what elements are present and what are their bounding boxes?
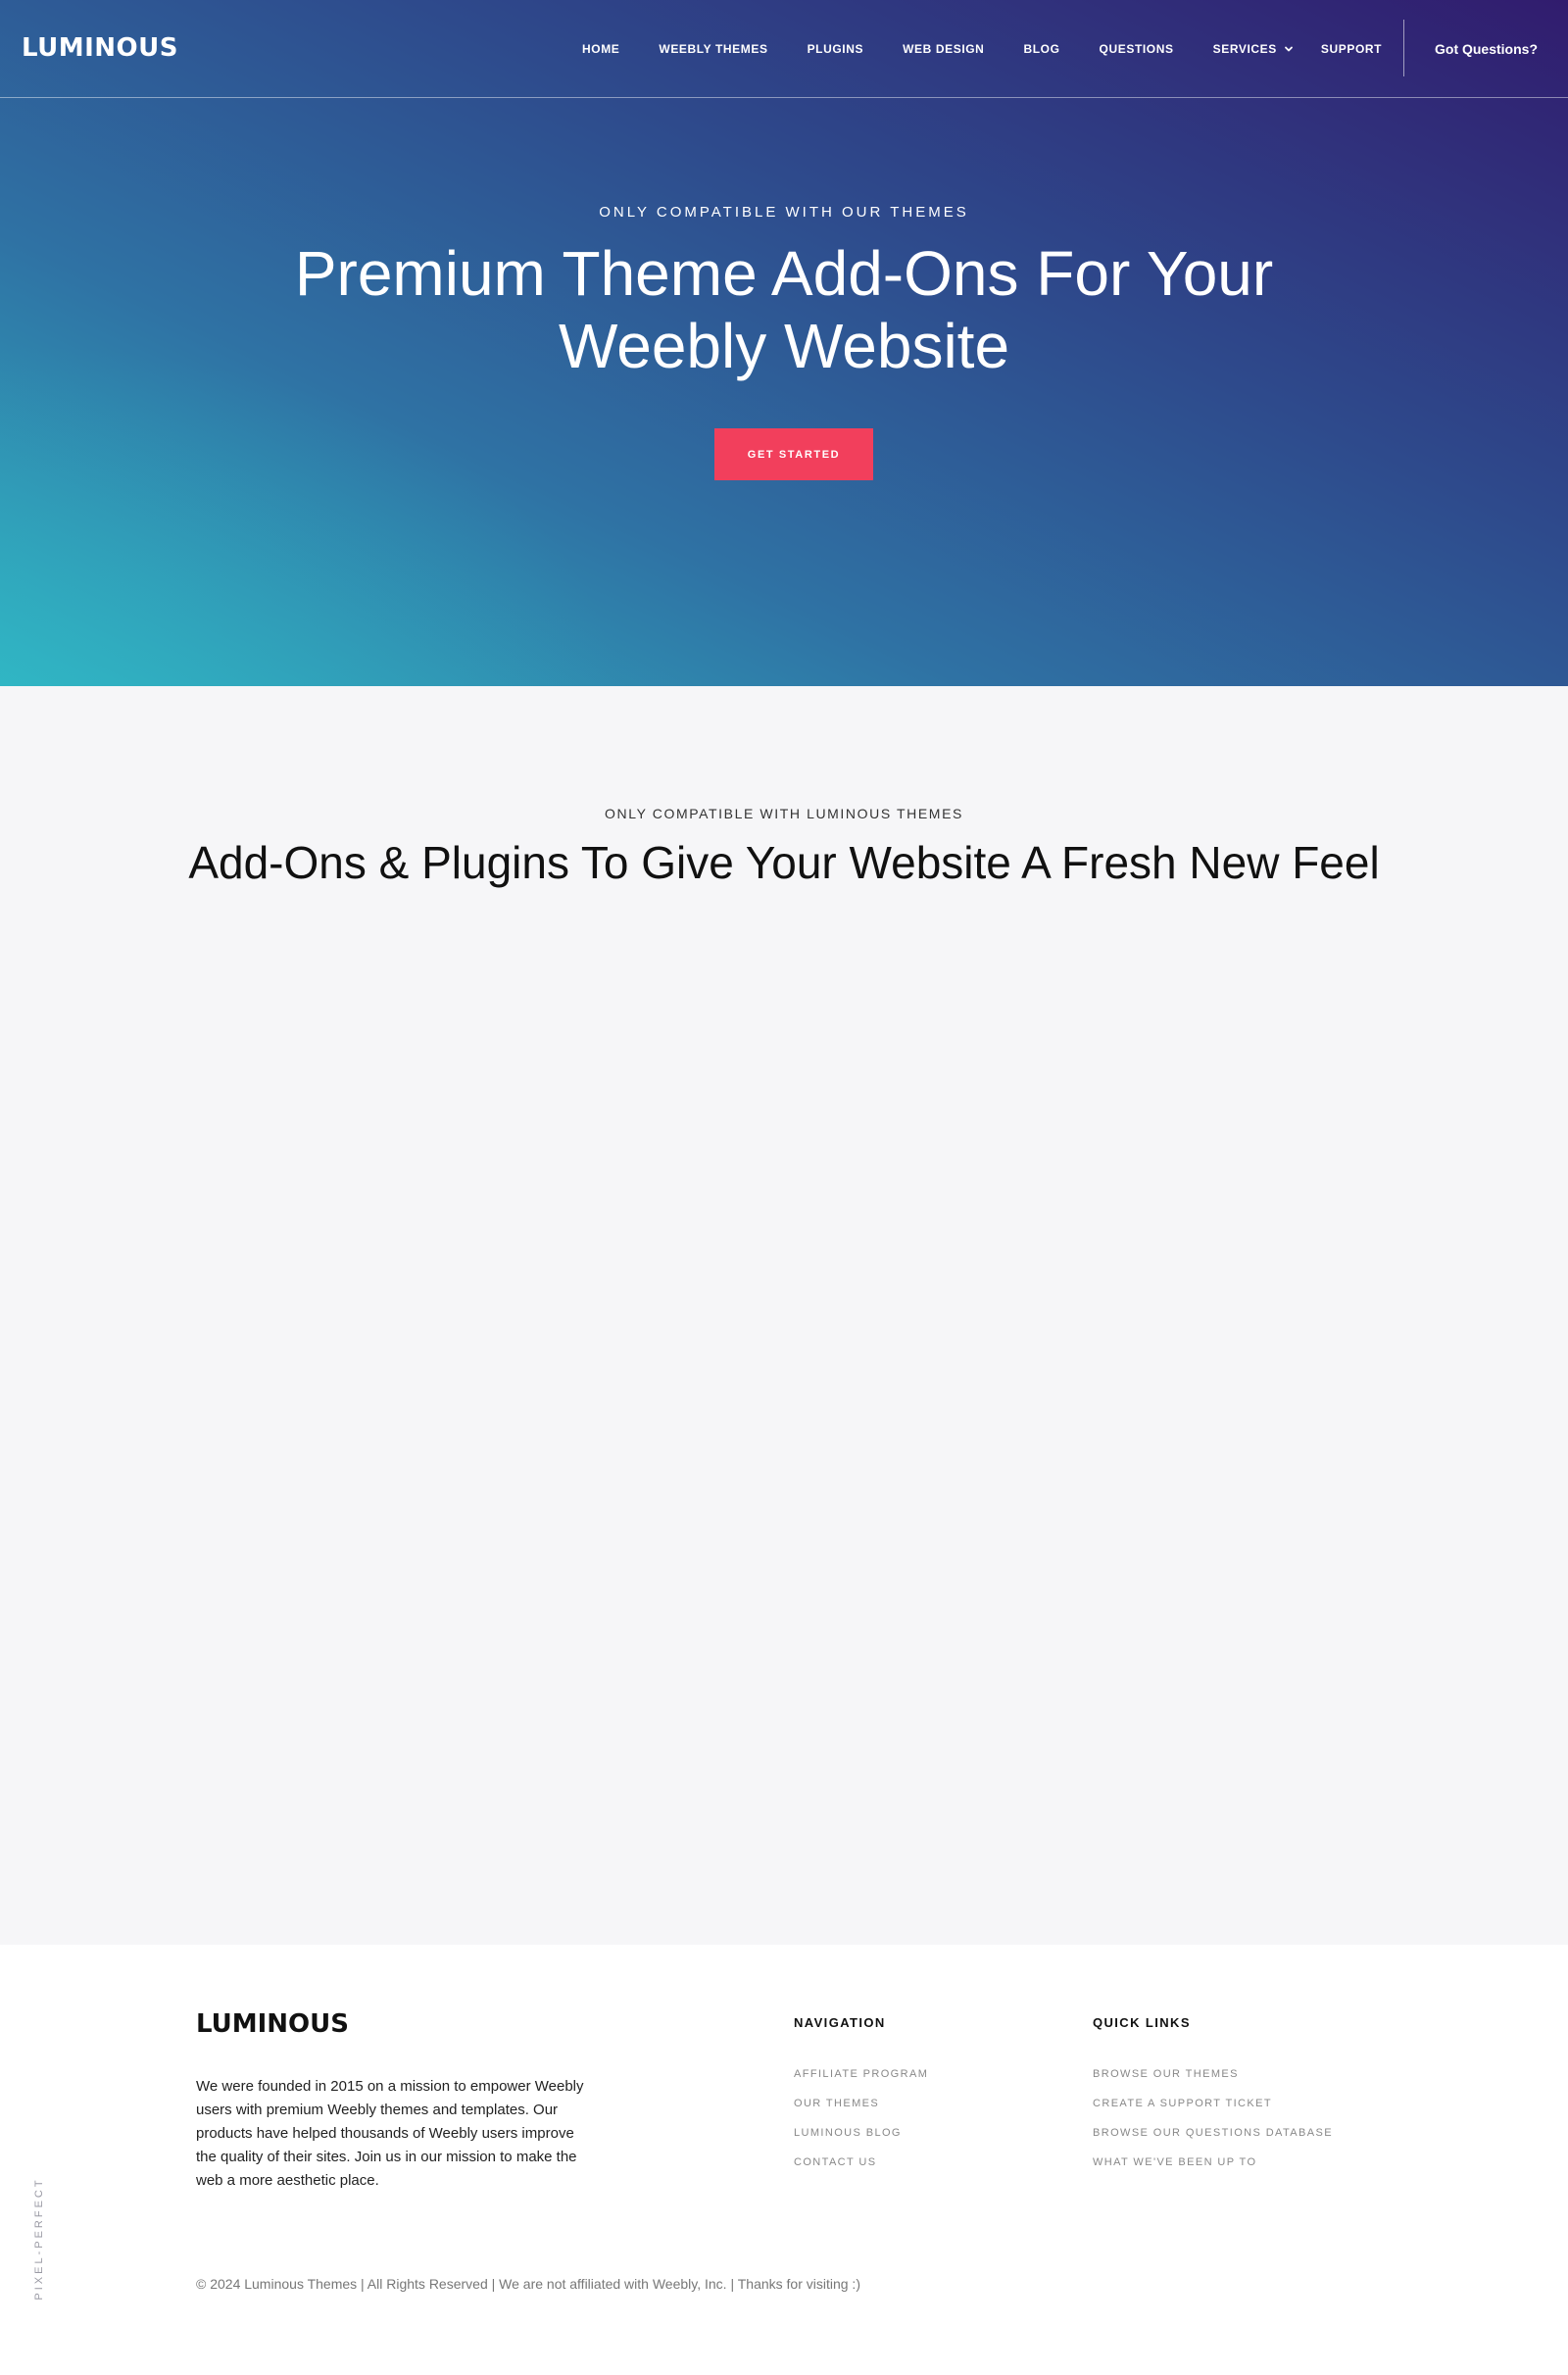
copyright-text: © 2024 Luminous Themes | All Rights Rese…	[196, 2276, 860, 2292]
nav-item-support[interactable]: SUPPORT	[1321, 42, 1382, 56]
nav-item-services[interactable]: SERVICES	[1213, 42, 1294, 56]
hero-title: Premium Theme Add-Ons For Your Weebly We…	[294, 238, 1274, 381]
nav-item-blog[interactable]: BLOG	[1023, 42, 1059, 56]
site-footer: PIXEL-PERFECT LUMINOUS We were founded i…	[0, 1945, 1568, 2375]
get-started-button[interactable]: GET STARTED	[714, 428, 873, 480]
footer-link-questions-database[interactable]: BROWSE OUR QUESTIONS DATABASE	[1093, 2126, 1333, 2140]
nav-item-services-label: SERVICES	[1212, 42, 1277, 56]
footer-navigation-column: NAVIGATION AFFILIATE PROGRAM OUR THEMES …	[794, 2015, 928, 2185]
addons-eyebrow: ONLY COMPATIBLE WITH LUMINOUS THEMES	[605, 806, 963, 821]
main-nav: HOME WEEBLY THEMES PLUGINS WEB DESIGN BL…	[582, 0, 1382, 98]
hero-section: LUMINOUS HOME WEEBLY THEMES PLUGINS WEB …	[0, 0, 1568, 686]
got-questions-link[interactable]: Got Questions?	[1435, 0, 1538, 98]
footer-link-our-themes[interactable]: OUR THEMES	[794, 2097, 928, 2110]
footer-navigation-heading: NAVIGATION	[794, 2015, 886, 2030]
addons-title: Add-Ons & Plugins To Give Your Website A…	[188, 837, 1380, 888]
footer-quick-links-column: QUICK LINKS BROWSE OUR THEMES CREATE A S…	[1093, 2015, 1333, 2185]
nav-item-questions[interactable]: QUESTIONS	[1100, 42, 1174, 56]
hero-eyebrow: ONLY COMPATIBLE WITH OUR THEMES	[599, 204, 969, 221]
addons-section: ONLY COMPATIBLE WITH LUMINOUS THEMES Add…	[0, 686, 1568, 1945]
nav-item-plugins[interactable]: PLUGINS	[808, 42, 864, 56]
footer-link-browse-themes[interactable]: BROWSE OUR THEMES	[1093, 2067, 1333, 2081]
nav-item-web-design[interactable]: WEB DESIGN	[903, 42, 984, 56]
footer-logo[interactable]: LUMINOUS	[196, 2009, 349, 2039]
footer-link-luminous-blog[interactable]: LUMINOUS BLOG	[794, 2126, 928, 2140]
footer-link-contact-us[interactable]: CONTACT US	[794, 2155, 928, 2169]
chevron-down-icon	[1284, 44, 1294, 54]
site-header: LUMINOUS HOME WEEBLY THEMES PLUGINS WEB …	[0, 0, 1568, 98]
header-divider	[1403, 20, 1404, 76]
footer-quick-links-heading: QUICK LINKS	[1093, 2015, 1191, 2030]
footer-link-affiliate-program[interactable]: AFFILIATE PROGRAM	[794, 2067, 928, 2081]
nav-item-weebly-themes[interactable]: WEEBLY THEMES	[659, 42, 767, 56]
footer-link-support-ticket[interactable]: CREATE A SUPPORT TICKET	[1093, 2097, 1333, 2110]
nav-item-home[interactable]: HOME	[582, 42, 619, 56]
footer-about-text: We were founded in 2015 on a mission to …	[196, 2078, 584, 2189]
side-vertical-label: PIXEL-PERFECT	[33, 2177, 45, 2301]
site-logo[interactable]: LUMINOUS	[22, 33, 178, 63]
footer-link-what-weve-been-up-to[interactable]: WHAT WE'VE BEEN UP TO	[1093, 2155, 1333, 2169]
side-vertical-text: PIXEL-PERFECT	[20, 2160, 59, 2317]
